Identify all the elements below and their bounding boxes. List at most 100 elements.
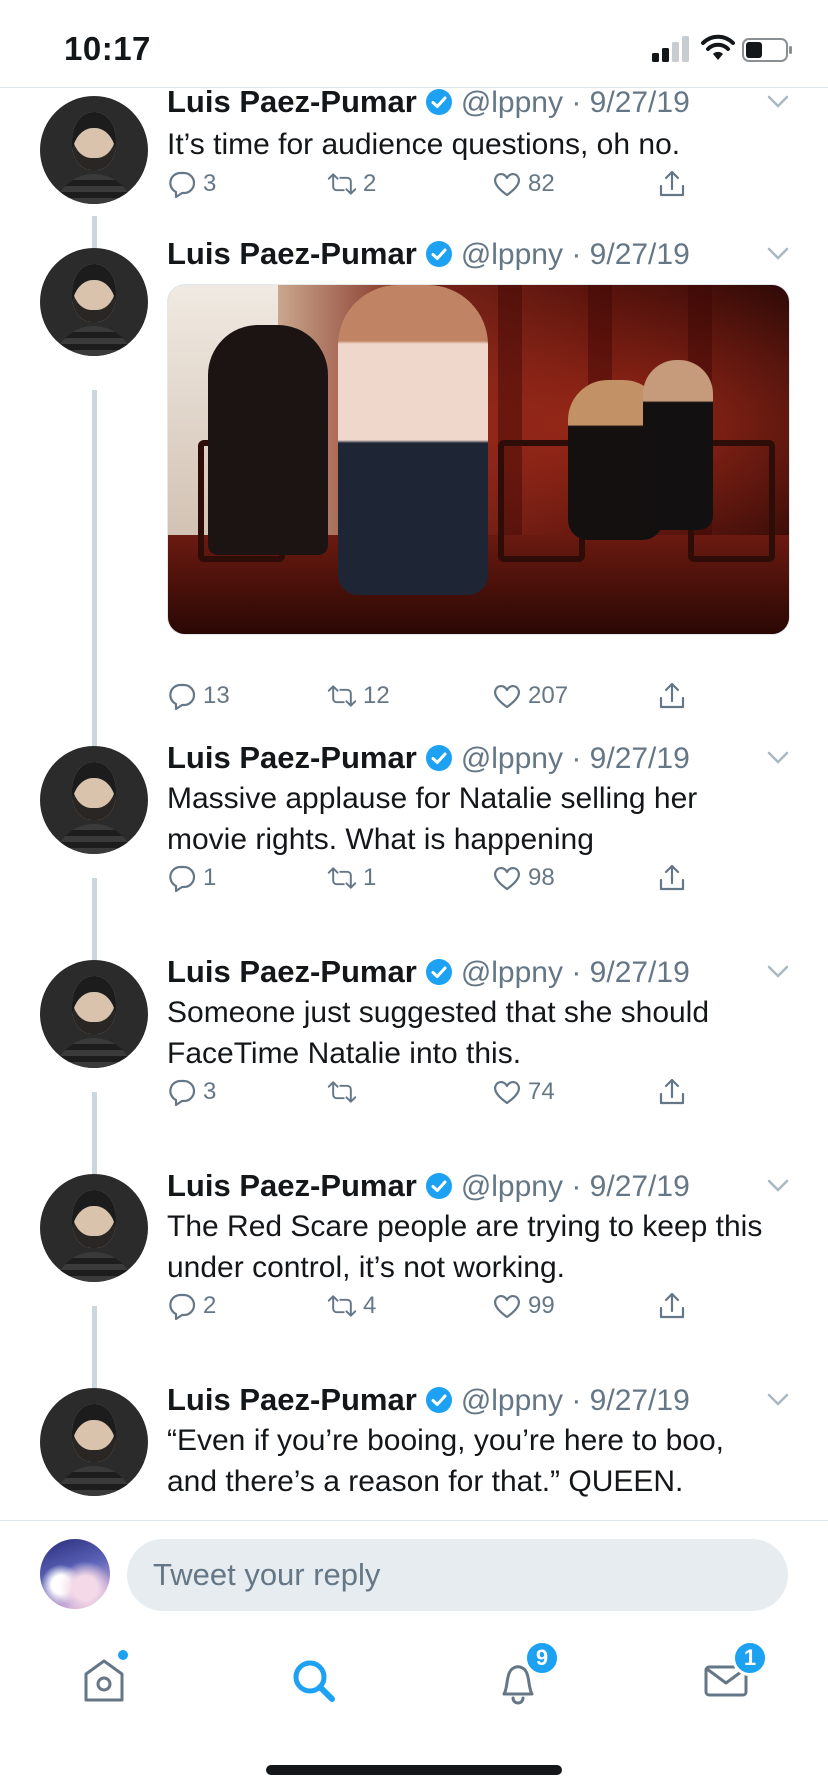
thread-connector — [92, 1306, 97, 1392]
author-name[interactable]: Luis Paez-Pumar — [167, 236, 417, 271]
messages-badge: 1 — [732, 1640, 768, 1676]
author-handle[interactable]: @lppny — [461, 1170, 563, 1203]
verified-badge-icon — [425, 959, 452, 985]
avatar[interactable] — [40, 960, 148, 1068]
author-name[interactable]: Luis Paez-Pumar — [167, 954, 417, 989]
thread-connector — [92, 390, 97, 752]
author-handle[interactable]: @lppny — [461, 956, 563, 989]
share-button[interactable] — [657, 166, 693, 202]
author-name[interactable]: Luis Paez-Pumar — [167, 88, 417, 119]
like-button[interactable]: 207 — [492, 678, 568, 714]
separator-dot: · — [563, 742, 590, 775]
retweet-icon — [327, 867, 357, 889]
heart-icon — [494, 172, 520, 197]
verified-badge-icon — [425, 1173, 452, 1199]
tab-search[interactable] — [283, 1650, 343, 1710]
author-handle[interactable]: @lppny — [461, 238, 563, 271]
share-icon — [659, 170, 685, 197]
like-button[interactable]: 74 — [492, 1074, 555, 1110]
avatar[interactable] — [40, 1388, 148, 1496]
reply-count: 3 — [203, 170, 217, 197]
chevron-down-icon[interactable] — [765, 958, 791, 984]
tab-home[interactable] — [74, 1650, 134, 1710]
author-handle[interactable]: @lppny — [461, 1384, 563, 1417]
tweet-date[interactable]: 9/27/19 — [590, 238, 690, 271]
retweet-count: 12 — [363, 682, 390, 709]
chevron-down-icon[interactable] — [765, 1386, 791, 1412]
like-button[interactable]: 98 — [492, 860, 555, 896]
retweet-button[interactable]: 1 — [327, 860, 376, 896]
reply-count: 2 — [203, 1292, 217, 1319]
user-avatar[interactable] — [40, 1539, 110, 1609]
tweet-date[interactable]: 9/27/19 — [590, 742, 690, 775]
separator-dot: · — [563, 1384, 590, 1417]
tab-messages[interactable]: 1 — [696, 1640, 768, 1710]
reply-count: 3 — [203, 1078, 217, 1105]
share-button[interactable] — [657, 1288, 693, 1324]
author-name[interactable]: Luis Paez-Pumar — [167, 1382, 417, 1417]
reply-icon — [169, 1293, 196, 1321]
chevron-down-icon[interactable] — [765, 744, 791, 770]
reply-button[interactable]: 3 — [167, 1074, 216, 1110]
tweet-header: Luis Paez-Pumar @lppny · 9/27/19 — [167, 740, 690, 780]
author-handle[interactable]: @lppny — [461, 88, 563, 119]
chevron-down-icon[interactable] — [765, 1172, 791, 1198]
tweet-date[interactable]: 9/27/19 — [590, 956, 690, 989]
heart-icon — [494, 1080, 520, 1105]
share-button[interactable] — [657, 678, 693, 714]
like-button[interactable]: 82 — [492, 166, 555, 202]
tweet-date[interactable]: 9/27/19 — [590, 1384, 690, 1417]
retweet-button[interactable]: 12 — [327, 678, 390, 714]
avatar[interactable] — [40, 248, 148, 356]
thread-connector — [92, 878, 97, 964]
reply-button[interactable]: 1 — [167, 860, 216, 896]
reply-button[interactable]: 3 — [167, 166, 216, 202]
battery-icon — [742, 38, 792, 62]
reply-input[interactable] — [127, 1539, 788, 1611]
tweet-header: Luis Paez-Pumar @lppny · 9/27/19 — [167, 954, 690, 994]
retweet-button[interactable]: 2 — [327, 166, 376, 202]
author-name[interactable]: Luis Paez-Pumar — [167, 740, 417, 775]
tweet-text: The Red Scare people are trying to keep … — [167, 1210, 763, 1284]
reply-divider — [0, 1520, 828, 1521]
tab-notifications[interactable]: 9 — [488, 1640, 560, 1710]
heart-icon — [494, 866, 520, 891]
like-count: 99 — [528, 1292, 555, 1319]
heart-icon — [494, 1294, 520, 1319]
retweet-icon — [327, 1081, 357, 1103]
share-icon — [659, 864, 685, 891]
reply-count: 13 — [203, 682, 230, 709]
retweet-button[interactable]: 4 — [327, 1288, 376, 1324]
avatar[interactable] — [40, 96, 148, 204]
author-name[interactable]: Luis Paez-Pumar — [167, 1168, 417, 1203]
chevron-down-icon[interactable] — [765, 88, 791, 114]
retweet-count: 1 — [363, 864, 377, 891]
tweet-text: “Even if you’re booing, you’re here to b… — [167, 1424, 725, 1498]
retweet-icon — [327, 685, 357, 707]
status-time: 10:17 — [64, 30, 151, 67]
reply-button[interactable]: 2 — [167, 1288, 216, 1324]
tweet-date[interactable]: 9/27/19 — [590, 88, 690, 119]
tweet-thread: Luis Paez-Pumar @lppny · 9/27/19 It’s tim… — [0, 88, 828, 1520]
avatar[interactable] — [40, 746, 148, 854]
like-count: 98 — [528, 864, 555, 891]
chevron-down-icon[interactable] — [765, 240, 791, 266]
share-button[interactable] — [657, 860, 693, 896]
separator-dot: · — [563, 956, 590, 989]
like-button[interactable]: 99 — [492, 1288, 555, 1324]
tweet-text: It’s time for audience questions, oh no. — [167, 128, 681, 161]
tweet-photo[interactable] — [167, 284, 790, 635]
reply-icon — [169, 171, 196, 199]
author-handle[interactable]: @lppny — [461, 742, 563, 775]
retweet-icon — [327, 173, 357, 195]
reply-button[interactable]: 13 — [167, 678, 230, 714]
avatar[interactable] — [40, 1174, 148, 1282]
share-button[interactable] — [657, 1074, 693, 1110]
tweet-actions: 13 12 207 — [167, 678, 727, 714]
home-indicator — [266, 1765, 562, 1775]
retweet-button[interactable] — [327, 1074, 363, 1110]
status-bar: 10:17 — [0, 0, 828, 88]
verified-badge-icon — [425, 241, 452, 267]
like-count: 82 — [528, 170, 555, 197]
tweet-date[interactable]: 9/27/19 — [590, 1170, 690, 1203]
